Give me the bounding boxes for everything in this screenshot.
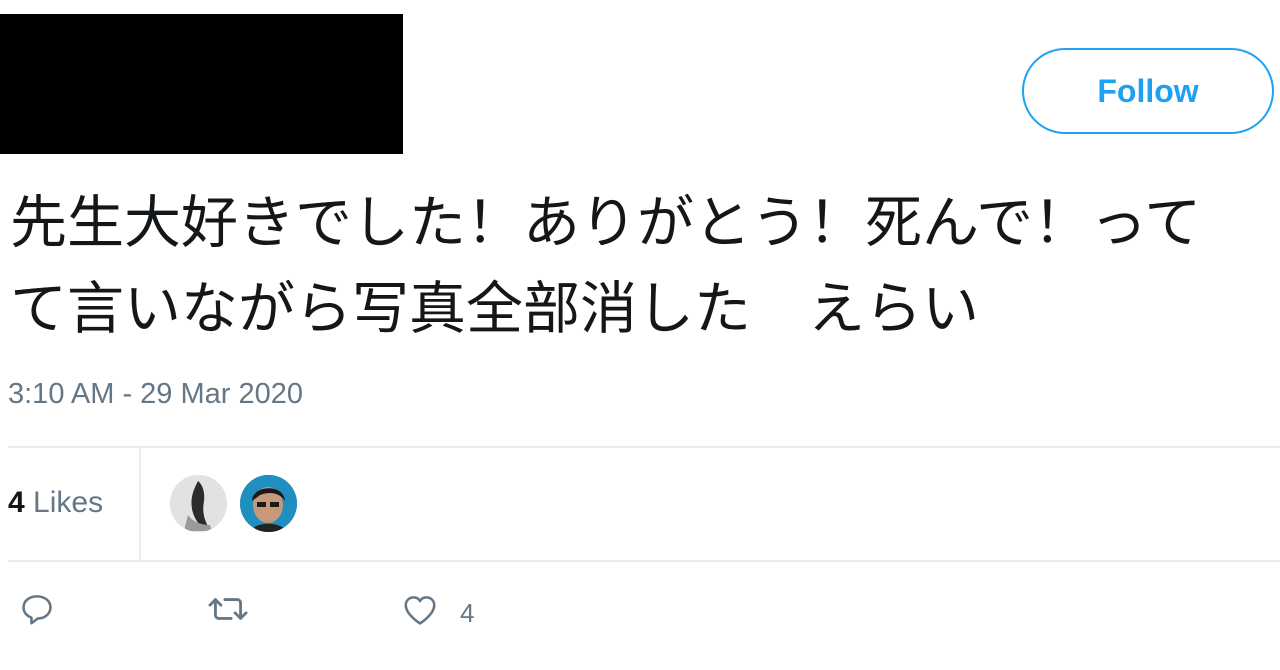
redacted-user-info <box>0 14 403 154</box>
liker-avatar[interactable] <box>240 475 297 532</box>
like-count: 4 <box>460 598 475 628</box>
tweet-timestamp[interactable]: 3:10 AM - 29 Mar 2020 <box>8 378 303 411</box>
likes-label: Likes <box>33 486 104 519</box>
likes-number: 4 <box>8 486 25 519</box>
tweet-actions: 4 <box>0 590 600 650</box>
divider <box>8 446 1280 448</box>
retweet-button[interactable] <box>206 590 250 628</box>
liker-avatar[interactable] <box>170 475 227 532</box>
avatar-image <box>170 475 227 532</box>
likes-stat[interactable]: 4 Likes <box>8 486 103 520</box>
reply-button[interactable] <box>18 590 56 628</box>
speech-bubble-icon <box>22 595 52 625</box>
heart-icon <box>404 595 436 625</box>
divider <box>8 560 1280 562</box>
retweet-icon <box>208 598 248 620</box>
follow-button[interactable]: Follow <box>1022 48 1274 134</box>
avatar-image <box>240 475 297 532</box>
tweet-text: 先生大好きでした！ありがとう！死んで！って て言いながら写真全部消した えらい <box>10 190 1202 342</box>
stats-divider <box>139 448 141 560</box>
like-button[interactable]: 4 <box>400 590 474 629</box>
